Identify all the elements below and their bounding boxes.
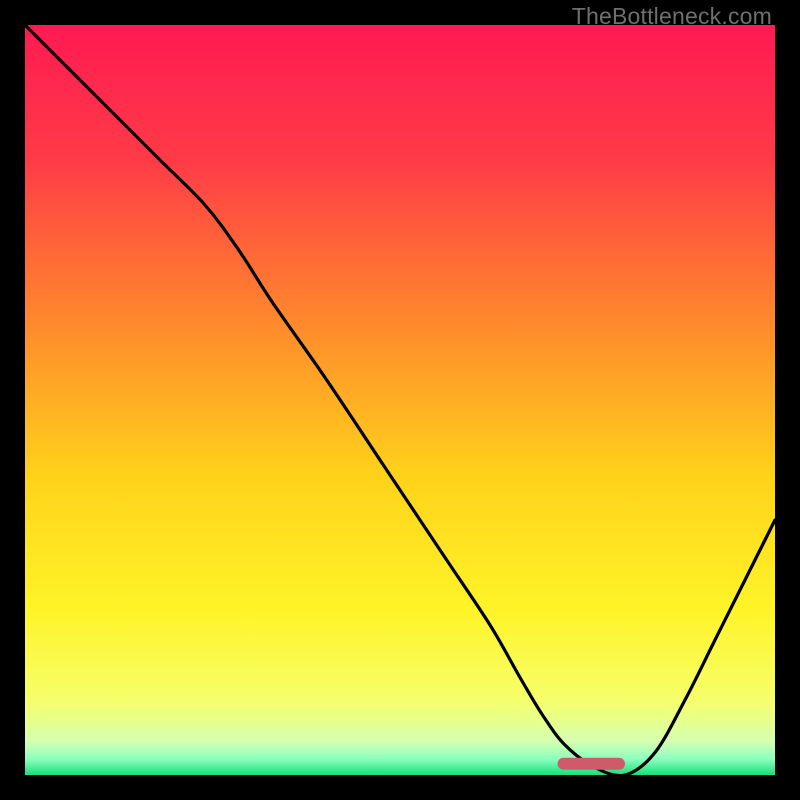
bottleneck-chart <box>25 25 775 775</box>
chart-frame <box>25 25 775 775</box>
optimal-band-marker <box>558 758 626 770</box>
